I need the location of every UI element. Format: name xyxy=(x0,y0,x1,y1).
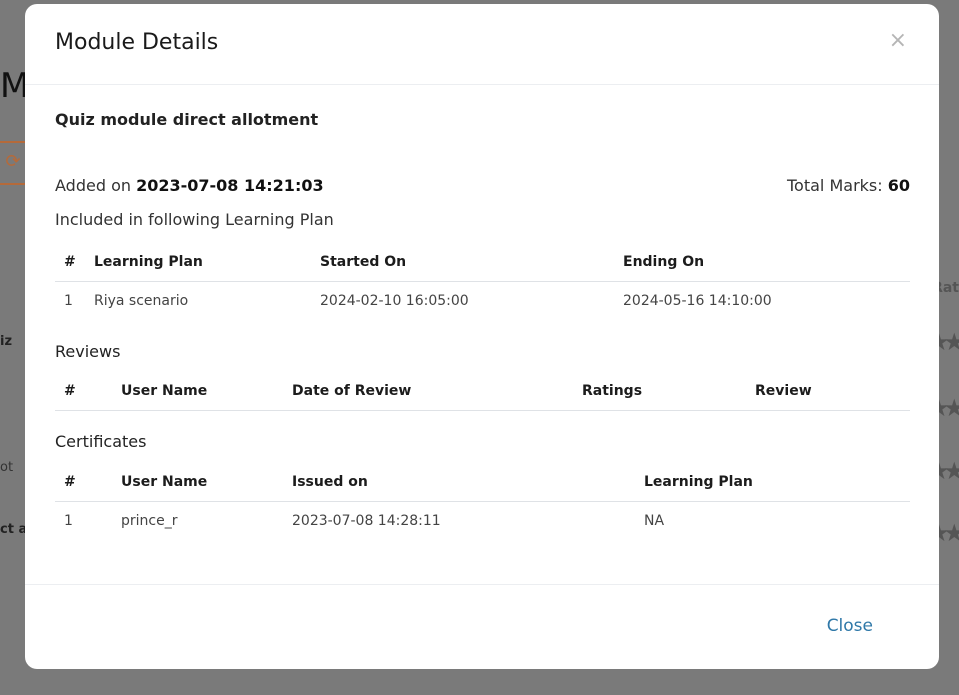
table-cell: 1 xyxy=(64,292,73,309)
table-cell: NA xyxy=(644,512,665,529)
reviews-table: # User Name Date of Review Ratings Revie… xyxy=(55,371,910,411)
column-header: Date of Review xyxy=(292,371,582,411)
column-header: User Name xyxy=(121,371,292,411)
column-header: Started On xyxy=(320,242,623,282)
added-on-date: 2023-07-08 14:21:03 xyxy=(136,176,324,195)
column-header: # xyxy=(55,462,121,502)
table-cell: Riya scenario xyxy=(94,292,189,309)
added-on: Added on 2023-07-08 14:21:03 xyxy=(55,176,324,195)
included-in-label: Included in following Learning Plan xyxy=(55,210,334,229)
total-marks-value: 60 xyxy=(887,176,910,195)
table-cell: 1 xyxy=(64,512,73,529)
column-header: Learning Plan xyxy=(94,242,320,282)
table-cell: 2024-05-16 14:10:00 xyxy=(623,292,772,309)
module-details-modal: Module Details × Quiz module direct allo… xyxy=(25,4,939,669)
table-header-row: # User Name Date of Review Ratings Revie… xyxy=(55,371,910,411)
column-header: Issued on xyxy=(292,462,644,502)
total-marks: Total Marks: 60 xyxy=(787,176,910,195)
certificates-table: # User Name Issued on Learning Plan 1 pr… xyxy=(55,462,910,539)
close-button[interactable]: Close xyxy=(827,616,873,636)
reviews-title: Reviews xyxy=(55,342,121,361)
column-header: Learning Plan xyxy=(644,462,910,502)
table-cell: 2023-07-08 14:28:11 xyxy=(292,512,441,529)
modal-title: Module Details xyxy=(55,30,219,55)
modal-header: Module Details × xyxy=(25,4,939,85)
background-label: ct a xyxy=(0,522,28,537)
table-cell: prince_r xyxy=(121,512,178,529)
refresh-icon: ⟳ xyxy=(0,141,28,185)
module-name: Quiz module direct allotment xyxy=(55,110,319,129)
learning-plan-table: # Learning Plan Started On Ending On 1 R… xyxy=(55,242,910,319)
table-header-row: # User Name Issued on Learning Plan xyxy=(55,462,910,502)
column-header: Review xyxy=(755,371,910,411)
total-marks-label: Total Marks: xyxy=(787,176,883,195)
table-row: 1 prince_r 2023-07-08 14:28:11 NA xyxy=(55,502,910,540)
added-on-label: Added on xyxy=(55,176,131,195)
close-icon[interactable]: × xyxy=(889,30,907,52)
column-header: Ending On xyxy=(623,242,910,282)
background-label: ot xyxy=(0,460,14,475)
table-row: 1 Riya scenario 2024-02-10 16:05:00 2024… xyxy=(55,282,910,320)
column-header: # xyxy=(55,371,121,411)
table-cell: 2024-02-10 16:05:00 xyxy=(320,292,469,309)
certificates-title: Certificates xyxy=(55,432,147,451)
background-label: iz xyxy=(0,334,13,349)
column-header: Ratings xyxy=(582,371,755,411)
modal-footer: Close xyxy=(25,584,939,670)
column-header: # xyxy=(55,242,94,282)
table-header-row: # Learning Plan Started On Ending On xyxy=(55,242,910,282)
column-header: User Name xyxy=(121,462,292,502)
